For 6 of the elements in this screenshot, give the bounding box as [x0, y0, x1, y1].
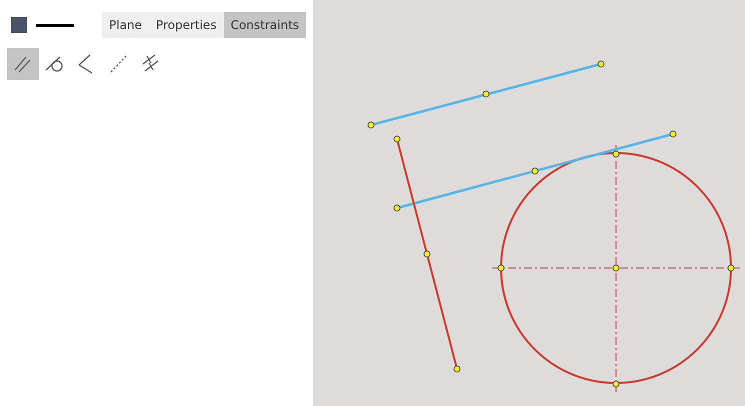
panel-tab[interactable]: Constraints — [224, 12, 306, 38]
color-swatch[interactable] — [11, 17, 27, 33]
panel-tab[interactable]: Plane — [102, 12, 149, 38]
panel-tab[interactable]: Properties — [148, 12, 224, 38]
parallel-constraint-button[interactable] — [7, 48, 39, 80]
line-weight-sample[interactable] — [36, 24, 74, 26]
